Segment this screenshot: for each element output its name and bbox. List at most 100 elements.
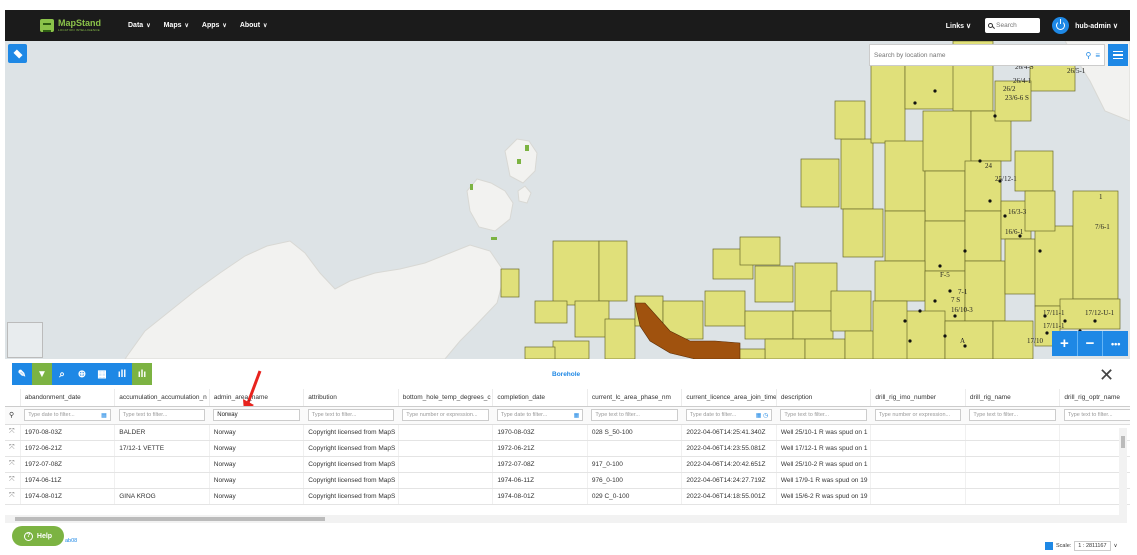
- filter-icon[interactable]: ▼: [32, 363, 52, 385]
- hamburger-menu-button[interactable]: [1108, 44, 1128, 66]
- column-header[interactable]: current_lc_area_phase_nm: [587, 389, 683, 407]
- nav-about[interactable]: About ∨: [240, 22, 268, 29]
- table-row[interactable]: ⤧ 1972-07-08Z Norway Copyright licensed …: [5, 456, 1130, 473]
- calendar-icon[interactable]: ▦: [101, 412, 107, 419]
- links-menu[interactable]: Links ∨: [946, 22, 971, 30]
- table-cell: GINA KROG: [114, 488, 210, 505]
- global-search[interactable]: [985, 18, 1041, 33]
- column-header[interactable]: completion_date: [492, 389, 588, 407]
- question-icon: ?: [23, 531, 33, 541]
- search-icon[interactable]: ⚲: [1085, 51, 1091, 60]
- table-row[interactable]: ⤧ 1972-06-21Z 17/12-1 VETTE Norway Copyr…: [5, 440, 1130, 457]
- logo-subtitle: LOCATION INTELLIGENCE: [58, 28, 100, 32]
- column-header[interactable]: abandonment_date: [20, 389, 116, 407]
- footer-link[interactable]: ab08: [65, 538, 77, 544]
- column-header[interactable]: accumulation_accumulation_n: [114, 389, 210, 407]
- global-search-input[interactable]: [996, 22, 1037, 29]
- nav-data[interactable]: Data ∨: [128, 22, 151, 29]
- table-cell: [398, 456, 494, 473]
- data-toolbar: ✎ ▼ ⌕ ⊕ ▦ ıll ılı: [12, 363, 152, 385]
- nav-apps[interactable]: Apps ∨: [202, 22, 227, 29]
- zoom-to-row-icon[interactable]: ⤧: [9, 460, 15, 467]
- filter-input[interactable]: Type text to filter...: [780, 409, 867, 421]
- edit-icon[interactable]: ✎: [12, 363, 32, 385]
- column-header[interactable]: attribution: [303, 389, 399, 407]
- table-cell: [870, 424, 966, 441]
- column-header[interactable]: admin_area_name: [209, 389, 305, 407]
- table-cell: 976_0-100: [587, 472, 683, 489]
- table-row[interactable]: ⤧ 1974-06-11Z Norway Copyright licensed …: [5, 472, 1130, 489]
- user-menu[interactable]: hub-admin ∨: [1075, 22, 1118, 30]
- table-cell: 2022-04-06T14:24:27.719Z: [681, 472, 777, 489]
- table-cell: [870, 488, 966, 505]
- filter-input[interactable]: Norway: [213, 409, 300, 421]
- zoom-to-row-icon[interactable]: ⤧: [9, 444, 15, 451]
- column-header[interactable]: drill_rig_name: [965, 389, 1061, 407]
- nav-maps[interactable]: Maps ∨: [164, 22, 189, 29]
- filter-input[interactable]: Type date to filter... ▦ ◷: [685, 409, 773, 421]
- table-cell: 2022-04-06T14:18:55.001Z: [681, 488, 777, 505]
- filter-input[interactable]: Type text to filter...: [118, 409, 206, 421]
- location-pin-icon[interactable]: ⚲: [9, 412, 14, 419]
- chevron-down-icon: ∨: [1112, 22, 1118, 30]
- filter-input[interactable]: Type number or expression...: [874, 409, 962, 421]
- table-cell: Well 15/6-2 R was spud on 19: [776, 488, 872, 505]
- main-nav: Data ∨ Maps ∨ Apps ∨ About ∨: [128, 22, 280, 29]
- map-label: 26/2: [1003, 85, 1016, 93]
- calendar-clock-icon[interactable]: ▦ ◷: [756, 412, 769, 419]
- zoom-out-button[interactable]: −: [1078, 331, 1104, 356]
- location-search-input[interactable]: [874, 51, 1082, 59]
- map-view[interactable]: 26/4-S 26/5-1 26/4-1 26/2 23/6-6 S 24 25…: [5, 41, 1130, 359]
- filter-lines-icon[interactable]: ≡: [1095, 51, 1100, 60]
- map-label: 26/5-1: [1067, 67, 1086, 75]
- help-button[interactable]: ? Help: [12, 526, 64, 546]
- table-row[interactable]: ⤧ 1970-08-03Z BALDER Norway Copyright li…: [5, 424, 1130, 441]
- table-row[interactable]: ⤧ 1974-08-01Z GINA KROG Norway Copyright…: [5, 488, 1130, 505]
- land-orkney: [466, 178, 514, 232]
- more-icon[interactable]: •••: [1103, 331, 1128, 356]
- table-vertical-scrollbar[interactable]: [1119, 428, 1127, 518]
- column-header[interactable]: current_licence_area_join_time: [681, 389, 777, 407]
- minimap[interactable]: [7, 322, 43, 358]
- zoom-to-row-icon[interactable]: ⤧: [9, 492, 15, 499]
- top-navbar: MapStand LOCATION INTELLIGENCE Data ∨ Map…: [5, 10, 1130, 41]
- filter-input[interactable]: Type text to filter...: [1063, 409, 1130, 421]
- table-cell: Copyright licensed from MapS: [303, 424, 399, 441]
- table-horizontal-scrollbar[interactable]: [5, 515, 1127, 523]
- zoom-to-row-icon[interactable]: ⤧: [9, 476, 15, 483]
- table-cell: 1972-06-21Z: [20, 440, 116, 457]
- download-icon[interactable]: ⊕: [72, 363, 92, 385]
- filter-input[interactable]: Type number or expression...: [402, 409, 489, 421]
- map-label: 23/6-6 S: [1005, 94, 1029, 102]
- close-icon[interactable]: ✕: [1099, 366, 1114, 384]
- scale-select[interactable]: 1 : 2811167: [1074, 541, 1111, 551]
- bar-chart-icon[interactable]: ıll: [112, 363, 132, 385]
- zoom-to-row-icon[interactable]: ⤧: [9, 428, 15, 435]
- filter-input[interactable]: Type date to filter... ▦: [496, 409, 584, 421]
- layers-button[interactable]: [8, 44, 27, 63]
- map-label: A: [960, 337, 966, 345]
- column-header[interactable]: drill_rig_optr_name: [1059, 389, 1130, 407]
- filter-input[interactable]: Type text to filter...: [591, 409, 678, 421]
- stats-chart-icon[interactable]: ılı: [132, 363, 152, 385]
- table-cell: 1970-08-03Z: [20, 424, 116, 441]
- location-search[interactable]: ⚲ ≡: [869, 44, 1105, 66]
- table-icon[interactable]: ▦: [92, 363, 112, 385]
- zoom-to-icon[interactable]: ⌕: [52, 363, 72, 385]
- filter-input[interactable]: Type date to filter... ▦: [24, 409, 111, 421]
- zoom-in-button[interactable]: +: [1052, 331, 1078, 356]
- filter-input[interactable]: Type text to filter...: [307, 409, 395, 421]
- column-header[interactable]: description: [776, 389, 872, 407]
- mapstand-logo[interactable]: MapStand LOCATION INTELLIGENCE: [40, 19, 112, 32]
- chevron-down-icon[interactable]: ∨: [1114, 543, 1118, 549]
- map-label: 7 S: [951, 296, 961, 304]
- map-label: 26/4-1: [1013, 77, 1032, 85]
- power-icon[interactable]: [1052, 17, 1070, 34]
- column-header[interactable]: bottom_hole_temp_degrees_c: [398, 389, 494, 407]
- chevron-down-icon: ∨: [263, 23, 268, 29]
- table-cell: 1974-08-01Z: [20, 488, 116, 505]
- calendar-icon[interactable]: ▦: [574, 412, 580, 419]
- filter-row: ⚲ Type date to filter... ▦ Type text to f…: [5, 406, 1130, 425]
- filter-input[interactable]: Type text to filter...: [969, 409, 1056, 421]
- column-header[interactable]: drill_rig_imo_number: [870, 389, 966, 407]
